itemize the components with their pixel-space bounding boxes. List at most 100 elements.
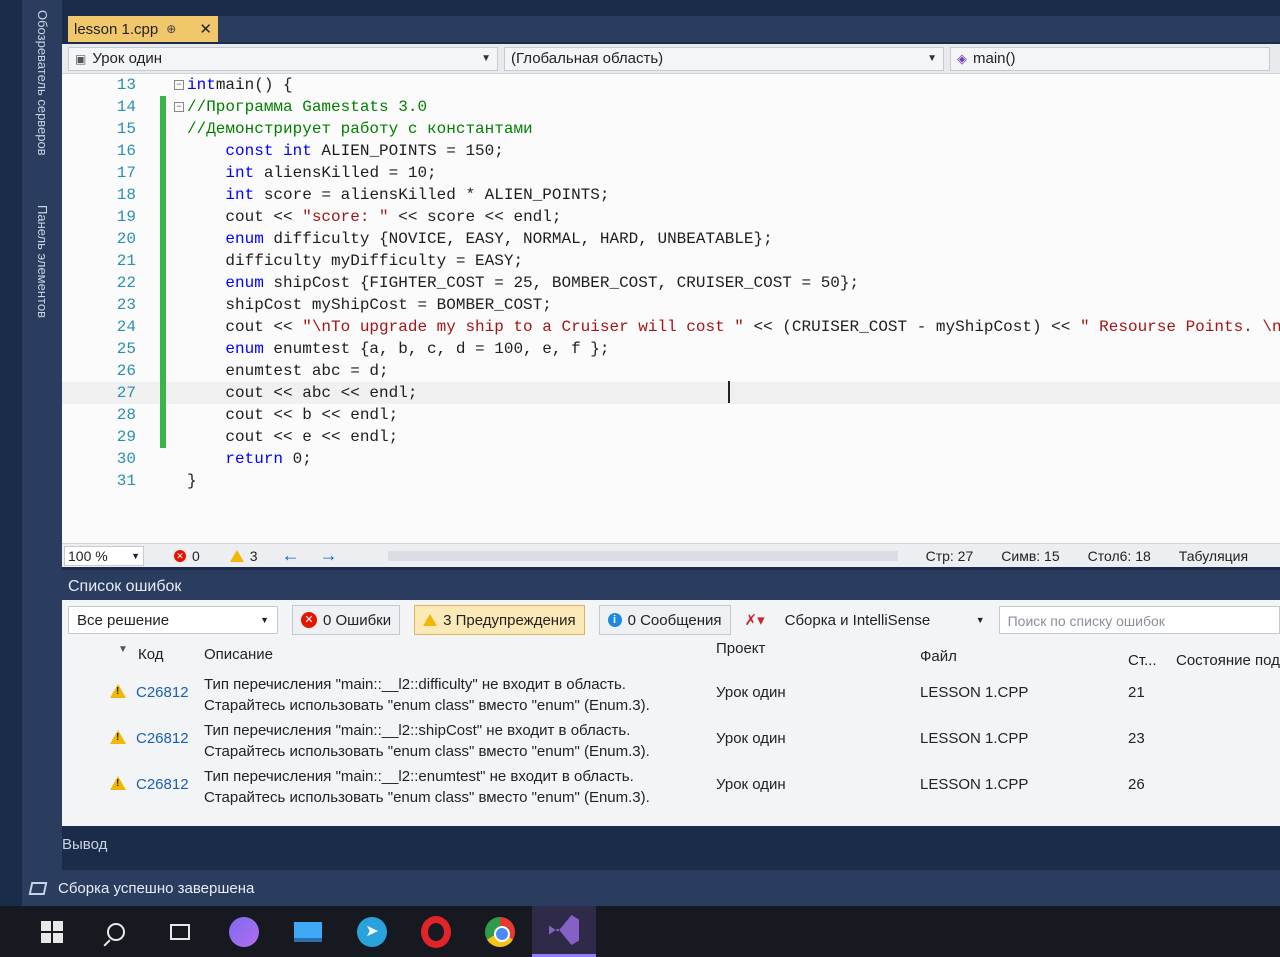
row-line: 26 bbox=[1128, 776, 1145, 793]
member-dropdown[interactable]: ◈ main() bbox=[950, 46, 1270, 71]
nav-forward-icon[interactable]: → bbox=[320, 545, 338, 566]
error-search-input[interactable]: Поиск по списку ошибок bbox=[998, 606, 1280, 634]
code-line[interactable]: 13 − intmain() { bbox=[62, 74, 1280, 96]
toolbox-tab[interactable]: Панель элементов bbox=[35, 205, 50, 318]
horizontal-scrollbar[interactable] bbox=[387, 550, 898, 561]
tab-strip bbox=[218, 16, 1280, 42]
alice-button[interactable] bbox=[212, 906, 276, 957]
pin-icon[interactable]: ⊕ bbox=[166, 22, 176, 36]
code-line[interactable]: 22 enum shipCost {FIGHTER_COST = 25, BOM… bbox=[62, 272, 1280, 294]
code-line[interactable]: 21 difficulty myDifficulty = EASY; bbox=[62, 250, 1280, 272]
error-icon: ✕ bbox=[301, 612, 317, 628]
code-text: cout << "score: " << score << endl; bbox=[187, 206, 561, 228]
code-text: cout << "\nTo upgrade my ship to a Cruis… bbox=[187, 316, 1280, 338]
search-button[interactable] bbox=[84, 906, 148, 957]
errors-filter-button[interactable]: ✕ 0 Ошибки bbox=[292, 605, 401, 635]
task-view-icon bbox=[170, 923, 190, 940]
error-count[interactable]: ✕ 0 bbox=[174, 548, 200, 564]
output-tab[interactable]: Вывод bbox=[62, 832, 262, 858]
code-line[interactable]: 30 return 0; bbox=[62, 448, 1280, 470]
nav-back-icon[interactable]: ← bbox=[282, 545, 300, 566]
clear-filter-icon[interactable]: ✗▾ bbox=[745, 611, 765, 629]
build-filter-dropdown[interactable]: Сборка и IntelliSense ▼ bbox=[785, 606, 985, 634]
table-row[interactable]: C26812 Урок один LESSON 1.CPP 23 Тип перечис… bbox=[62, 718, 1280, 764]
code-token: int bbox=[225, 164, 255, 182]
document-tab-title: lesson 1.cpp bbox=[74, 20, 159, 38]
change-indicator bbox=[160, 272, 166, 294]
code-line[interactable]: 31} bbox=[62, 470, 1280, 492]
code-line[interactable]: 28 cout << b << endl; bbox=[62, 404, 1280, 426]
code-line[interactable]: 18 int score = aliensKilled * ALIEN_POIN… bbox=[62, 184, 1280, 206]
row-description: Тип перечисления "main::__l2::difficulty… bbox=[204, 674, 704, 716]
code-line[interactable]: 23 shipCost myShipCost = BOMBER_COST; bbox=[62, 294, 1280, 316]
opera-button[interactable] bbox=[404, 906, 468, 957]
code-editor[interactable]: 13− intmain() {14−//Программа Gamestats 3… bbox=[62, 74, 1280, 544]
row-description: Тип перечисления "main::__l2::shipCost" … bbox=[204, 720, 704, 762]
table-row[interactable]: C26812 Урок один LESSON 1.CPP 26 Тип перечис… bbox=[62, 764, 1280, 810]
code-line[interactable]: 14 −//Программа Gamestats 3.0 bbox=[62, 96, 1280, 118]
task-view-button[interactable] bbox=[148, 906, 212, 957]
chevron-down-icon: ▼ bbox=[481, 53, 491, 64]
column-file[interactable]: Файл bbox=[920, 648, 957, 665]
description-line: Старайтесь использовать "enum class" вме… bbox=[204, 697, 650, 714]
code-line[interactable]: 19 cout << "score: " << score << endl; bbox=[62, 206, 1280, 228]
code-line[interactable]: 26 enumtest abc = d; bbox=[62, 360, 1280, 382]
this-pc-button[interactable] bbox=[276, 906, 340, 957]
telegram-button[interactable]: ➤ bbox=[340, 906, 404, 957]
line-number: 13 bbox=[116, 76, 136, 94]
messages-filter-button[interactable]: i 0 Сообщения bbox=[598, 605, 731, 635]
fold-toggle-icon[interactable]: − bbox=[174, 80, 184, 90]
code-token: ALIEN_POINTS = 150; bbox=[311, 142, 504, 160]
code-line[interactable]: 15 //Демонстрирует работу с константами bbox=[62, 118, 1280, 140]
description-line: Тип перечисления "main::__l2::shipCost" … bbox=[204, 722, 631, 739]
code-line[interactable]: 17 int aliensKilled = 10; bbox=[62, 162, 1280, 184]
text-cursor-ibeam bbox=[728, 381, 730, 403]
zoom-dropdown[interactable]: 100 % ▼ bbox=[64, 545, 144, 566]
column-suppression-state[interactable]: Состояние подавления bbox=[1176, 652, 1280, 669]
chevron-down-icon: ▼ bbox=[975, 615, 985, 625]
code-text: const int ALIEN_POINTS = 150; bbox=[187, 140, 504, 162]
fold-toggle-icon[interactable]: − bbox=[174, 102, 184, 112]
column-project[interactable]: Проект bbox=[716, 640, 765, 657]
error-code-link[interactable]: C26812 bbox=[136, 776, 189, 793]
code-line[interactable]: 16 const int ALIEN_POINTS = 150; bbox=[62, 140, 1280, 162]
code-line[interactable]: 29 cout << e << endl; bbox=[62, 426, 1280, 448]
code-line[interactable]: 25 enum enumtest {a, b, c, d = 100, e, f… bbox=[62, 338, 1280, 360]
code-line[interactable]: 27 cout << abc << endl; bbox=[62, 382, 1280, 404]
document-tab[interactable]: lesson 1.cpp ⊕ ✕ bbox=[68, 16, 218, 42]
column-line[interactable]: Ст... bbox=[1128, 652, 1157, 669]
change-indicator bbox=[160, 206, 166, 228]
warnings-filter-button[interactable]: 3 Предупреждения bbox=[414, 605, 585, 635]
scope-dropdown[interactable]: (Глобальная область) ▼ bbox=[504, 46, 944, 71]
table-row[interactable]: C26812 Урок один LESSON 1.CPP 21 Тип перечис… bbox=[62, 672, 1280, 718]
code-text: cout << e << endl; bbox=[187, 426, 398, 448]
change-indicator bbox=[160, 250, 166, 272]
line-number: 27 bbox=[116, 384, 136, 402]
visual-studio-button[interactable] bbox=[532, 906, 596, 957]
error-code-link[interactable]: C26812 bbox=[136, 684, 189, 701]
code-line[interactable]: 20 enum difficulty {NOVICE, EASY, NORMAL… bbox=[62, 228, 1280, 250]
line-number: 30 bbox=[116, 450, 136, 468]
scope-filter-dropdown[interactable]: Все решение ▼ bbox=[68, 606, 278, 634]
project-dropdown[interactable]: ▣ Урок один ▼ bbox=[68, 46, 498, 71]
close-icon[interactable]: ✕ bbox=[199, 20, 212, 38]
code-token: score = aliensKilled * ALIEN_POINTS; bbox=[254, 186, 610, 204]
column-description[interactable]: Описание bbox=[204, 646, 273, 663]
chrome-button[interactable] bbox=[468, 906, 532, 957]
start-button[interactable] bbox=[20, 906, 84, 957]
code-token: int bbox=[225, 186, 255, 204]
column-code[interactable]: Код bbox=[138, 646, 164, 663]
server-explorer-tab[interactable]: Обозреватель серверов bbox=[35, 10, 50, 156]
change-indicator bbox=[160, 382, 166, 404]
sort-icon: ▼ bbox=[118, 644, 128, 655]
warning-count[interactable]: 3 bbox=[229, 548, 258, 564]
line-number: 28 bbox=[116, 406, 136, 424]
laptop-icon bbox=[294, 921, 322, 942]
code-line[interactable]: 24 cout << "\nTo upgrade my ship to a Cr… bbox=[62, 316, 1280, 338]
error-code-link[interactable]: C26812 bbox=[136, 730, 189, 747]
change-indicator bbox=[160, 404, 166, 426]
search-icon bbox=[107, 922, 125, 941]
error-list-panel: Все решение ▼ ✕ 0 Ошибки 3 Предупреждени… bbox=[62, 600, 1280, 826]
line-number: 24 bbox=[116, 318, 136, 336]
